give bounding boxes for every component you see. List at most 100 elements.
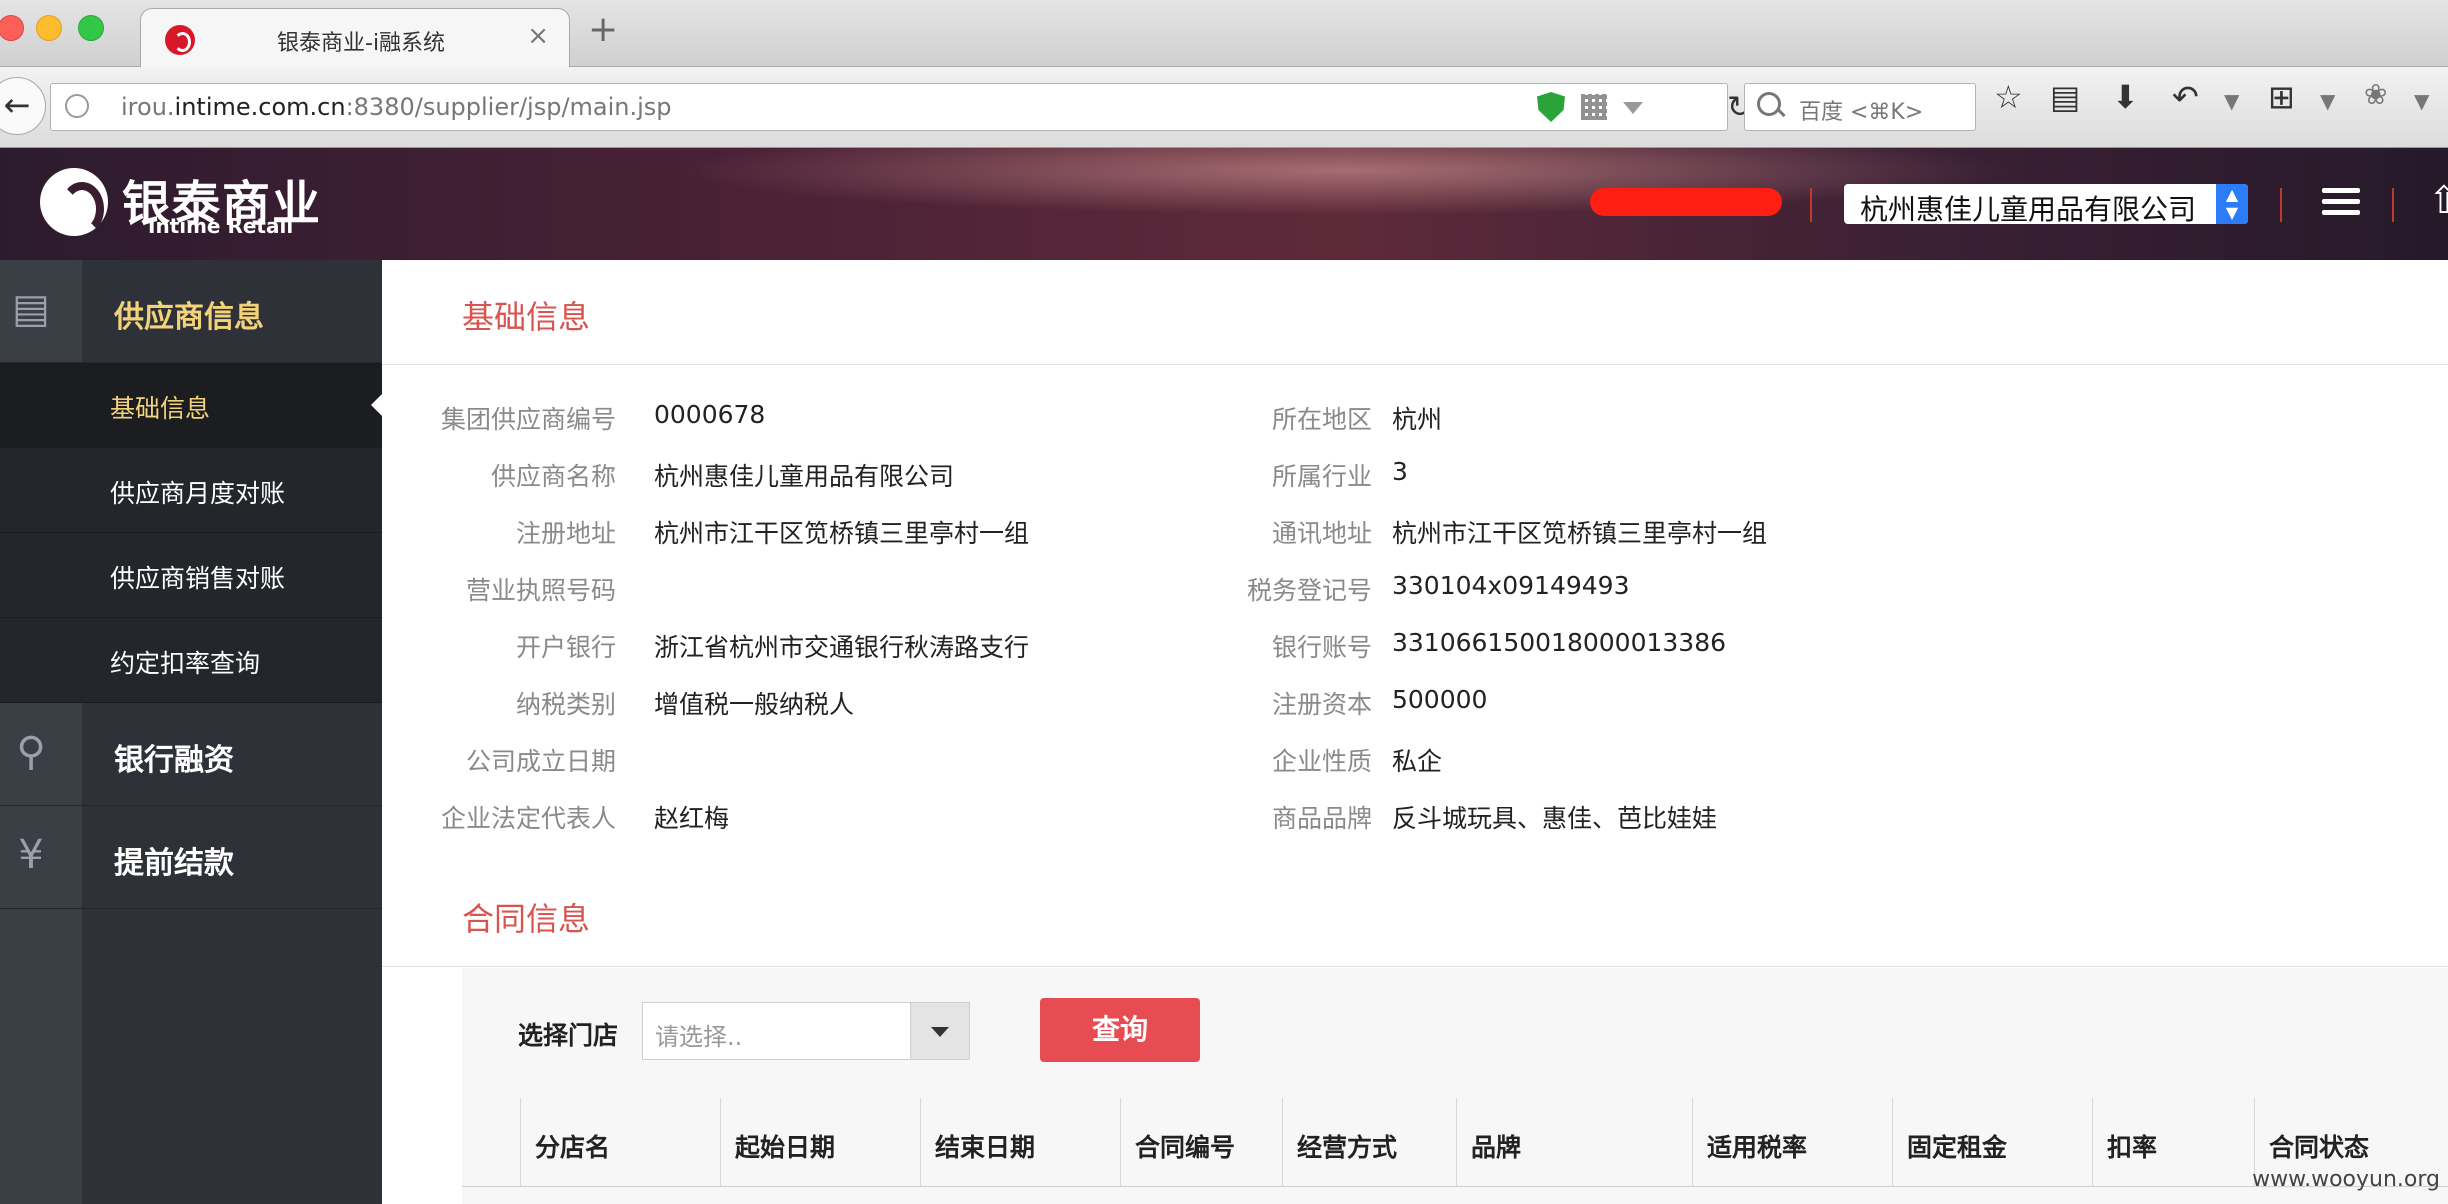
address-bar[interactable]: irou.intime.com.cn:8380/supplier/jsp/mai… <box>50 83 1752 131</box>
contract-info-title: 合同信息 <box>462 900 591 938</box>
app-header: 银泰商业 Intime Retail 杭州惠佳儿童用品有限公司 ▲ ▼ ⇧ <box>0 148 2448 260</box>
contract-filter-panel: 选择门店 请选择.. 查询 分店名 起始日期 结束日期 合同编号 经营方式 品牌… <box>462 968 2448 1204</box>
sidebar-item-label: 基础信息 <box>110 394 211 423</box>
field-label: 银行账号 <box>1271 633 1372 662</box>
query-button[interactable]: 查询 <box>1040 998 1200 1062</box>
field-value: 0000678 <box>654 400 766 429</box>
company-select[interactable]: 杭州惠佳儿童用品有限公司 ▲ ▼ <box>1844 184 2248 226</box>
field-label: 注册资本 <box>1271 690 1372 719</box>
column-header[interactable]: 固定租金 <box>1892 1098 2093 1186</box>
watermark: www.wooyun.org <box>2252 1167 2440 1192</box>
field-value: 500000 <box>1392 685 1488 714</box>
window-minimize-button[interactable] <box>36 15 62 41</box>
browser-tab[interactable]: 银泰商业-i融系统 × <box>140 8 570 67</box>
crop-dropdown-icon[interactable]: ▼ <box>2320 91 2335 111</box>
chevron-down-icon[interactable] <box>910 1003 969 1059</box>
select-arrows-icon: ▲ ▼ <box>2216 184 2248 224</box>
header-divider <box>1810 188 1812 222</box>
field-label: 注册地址 <box>515 519 616 548</box>
bag-search-icon: ⚲ <box>16 729 46 775</box>
extension-icon[interactable]: ❀ <box>2364 81 2387 109</box>
logout-icon[interactable]: ⇧ <box>2428 178 2448 222</box>
search-bar[interactable]: 百度 <⌘K> <box>1744 83 1976 131</box>
undo-dropdown-icon[interactable]: ▼ <box>2224 91 2239 111</box>
tab-title: 银泰商业-i融系统 <box>277 31 446 56</box>
field-label: 开户银行 <box>515 633 616 662</box>
list-icon: ▤ <box>12 286 50 332</box>
field-label: 所属行业 <box>1271 462 1372 491</box>
field-value: 330104x09149493 <box>1392 571 1630 600</box>
url-text[interactable]: irou.intime.com.cn:8380/supplier/jsp/mai… <box>121 93 672 121</box>
sidebar-item-label: 供应商销售对账 <box>110 564 286 593</box>
field-label: 公司成立日期 <box>465 747 616 776</box>
field-value: 赵红梅 <box>654 804 730 833</box>
main-content: 基础信息 集团供应商编号 0000678 供应商名称 杭州惠佳儿童用品有限公司 … <box>382 260 2448 1204</box>
browser-tab-bar: 银泰商业-i融系统 × + <box>0 0 2448 67</box>
field-value: 杭州市江干区笕桥镇三里亭村一组 <box>1392 519 1768 548</box>
field-label: 供应商名称 <box>490 462 616 491</box>
field-value: 私企 <box>1392 747 1443 776</box>
field-label: 商品品牌 <box>1271 804 1372 833</box>
basic-info-title: 基础信息 <box>462 298 591 336</box>
sidebar-group-label: 提前结款 <box>114 846 234 881</box>
sidebar-group-label: 银行融资 <box>114 743 234 778</box>
header-divider <box>2280 188 2282 222</box>
field-value: 331066150018000013386 <box>1392 628 1727 657</box>
field-value: 杭州惠佳儿童用品有限公司 <box>654 462 955 491</box>
column-header[interactable]: 起始日期 <box>720 1098 921 1186</box>
new-tab-button[interactable]: + <box>588 12 618 48</box>
column-header[interactable]: 扣率 <box>2092 1098 2255 1186</box>
yen-icon: ¥ <box>18 832 44 878</box>
contract-table-header: 分店名 起始日期 结束日期 合同编号 经营方式 品牌 适用税率 固定租金 扣率 … <box>462 1098 2448 1187</box>
store-select-label: 选择门店 <box>518 1021 619 1050</box>
store-select[interactable]: 请选择.. <box>642 1002 970 1060</box>
back-button[interactable]: ← <box>0 77 46 135</box>
column-header[interactable]: 分店名 <box>520 1098 721 1186</box>
logo-icon <box>40 168 108 236</box>
qr-code-icon[interactable] <box>1581 94 1607 120</box>
column-header[interactable]: 经营方式 <box>1282 1098 1457 1186</box>
search-icon <box>1757 92 1781 116</box>
hamburger-menu-icon[interactable] <box>2322 188 2360 216</box>
field-label: 纳税类别 <box>515 690 616 719</box>
section-divider <box>382 364 2448 365</box>
browser-nav-bar: ← irou.intime.com.cn:8380/supplier/jsp/m… <box>0 67 2448 148</box>
field-label: 税务登记号 <box>1246 576 1372 605</box>
store-select-placeholder: 请选择.. <box>655 1023 743 1051</box>
reading-list-icon[interactable]: ▤ <box>2050 81 2080 113</box>
window-close-button[interactable] <box>0 15 24 41</box>
window-maximize-button[interactable] <box>78 15 104 41</box>
sidebar-item-label: 供应商月度对账 <box>110 479 286 508</box>
redacted-user-name <box>1590 188 1782 216</box>
logo-subtext: Intime Retail <box>148 214 294 238</box>
shield-icon[interactable] <box>1537 92 1565 122</box>
column-header[interactable]: 结束日期 <box>920 1098 1121 1186</box>
column-header[interactable]: 品牌 <box>1456 1098 1693 1186</box>
url-dropdown-icon[interactable] <box>1623 102 1643 114</box>
field-value: 反斗城玩具、惠佳、芭比娃娃 <box>1392 804 1718 833</box>
column-header[interactable]: 适用税率 <box>1692 1098 1893 1186</box>
download-icon[interactable]: ⬇ <box>2112 81 2139 113</box>
column-header[interactable]: 合同编号 <box>1120 1098 1283 1186</box>
favicon-icon <box>165 25 195 55</box>
sidebar-item-label: 约定扣率查询 <box>110 649 261 678</box>
field-label: 营业执照号码 <box>465 576 616 605</box>
field-value: 增值税一般纳税人 <box>654 690 855 719</box>
company-select-value: 杭州惠佳儿童用品有限公司 <box>1860 193 2197 226</box>
crop-icon[interactable]: ⊞ <box>2268 81 2295 113</box>
field-value: 杭州 <box>1392 405 1443 434</box>
field-label: 所在地区 <box>1271 405 1372 434</box>
sidebar-group-supplier-info[interactable]: ▤ 供应商信息 <box>0 260 382 363</box>
bookmark-star-icon[interactable]: ☆ <box>1994 81 2023 113</box>
field-label: 集团供应商编号 <box>440 405 616 434</box>
search-placeholder: 百度 <⌘K> <box>1799 100 1924 125</box>
field-label: 企业法定代表人 <box>440 804 616 833</box>
field-label: 企业性质 <box>1271 747 1372 776</box>
header-divider <box>2392 188 2394 222</box>
undo-icon[interactable]: ↶ <box>2172 81 2199 113</box>
tab-close-icon[interactable]: × <box>527 21 549 51</box>
globe-icon <box>65 94 89 118</box>
field-value: 浙江省杭州市交通银行秋涛路支行 <box>654 633 1030 662</box>
field-label: 通讯地址 <box>1271 519 1372 548</box>
extension-dropdown-icon[interactable]: ▼ <box>2414 91 2429 111</box>
